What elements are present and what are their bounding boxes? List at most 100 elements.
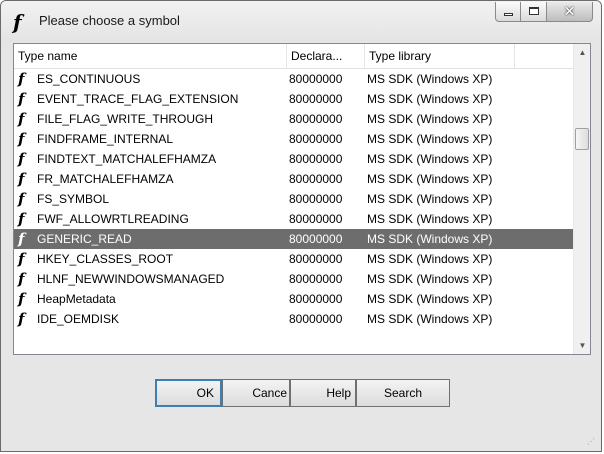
minimize-icon (504, 13, 513, 16)
list-item[interactable]: f FR_MATCHALEFHAMZA 80000000 MS SDK (Window… (14, 169, 574, 189)
column-header-type-name[interactable]: Type name (14, 44, 287, 68)
function-symbol-icon: f (18, 90, 25, 108)
type-library-cell: MS SDK (Windows XP) (367, 72, 493, 86)
list-item[interactable]: f FINDFRAME_INTERNAL 80000000 MS SDK (Windo… (14, 129, 574, 149)
type-name-cell: f HeapMetadata (14, 289, 287, 309)
type-name: HLNF_NEWWINDOWSMANAGED (37, 272, 225, 286)
type-library-cell: MS SDK (Windows XP) (367, 92, 493, 106)
list-item[interactable]: f FILE_FLAG_WRITE_THROUGH 80000000 MS SDK (… (14, 109, 574, 129)
list-item[interactable]: f IDE_OEMDISK 80000000 MS SDK (Windows XP) (14, 309, 574, 329)
declaration-cell: 80000000 (289, 232, 343, 246)
declaration-cell: 80000000 (289, 192, 343, 206)
declaration-cell: 80000000 (289, 112, 343, 126)
list-item[interactable]: f FINDTEXT_MATCHALEFHAMZA 80000000 MS SDK (… (14, 149, 574, 169)
type-name-cell: f FR_MATCHALEFHAMZA (14, 169, 287, 189)
type-name-cell: f HLNF_NEWWINDOWSMANAGED (14, 269, 287, 289)
function-symbol-icon: f (18, 170, 25, 188)
type-library-cell: MS SDK (Windows XP) (367, 132, 493, 146)
list-item[interactable]: f GENERIC_READ 80000000 MS SDK (Windows XP) (14, 229, 574, 249)
type-library-cell: MS SDK (Windows XP) (367, 172, 493, 186)
column-header-type-library[interactable]: Type library (365, 44, 515, 68)
type-name: ES_CONTINUOUS (37, 72, 141, 86)
declaration-cell: 80000000 (289, 172, 343, 186)
type-name: GENERIC_READ (37, 232, 132, 246)
list-item[interactable]: f HeapMetadata 80000000 MS SDK (Windows XP) (14, 289, 574, 309)
search-button[interactable]: Search (356, 379, 450, 407)
declaration-cell: 80000000 (289, 212, 343, 226)
type-library-cell: MS SDK (Windows XP) (367, 252, 493, 266)
list-item[interactable]: f FS_SYMBOL 80000000 MS SDK (Windows XP) (14, 189, 574, 209)
minimize-button[interactable] (495, 2, 521, 22)
function-symbol-icon: f (18, 210, 25, 228)
type-library-cell: MS SDK (Windows XP) (367, 212, 493, 226)
type-library-cell: MS SDK (Windows XP) (367, 152, 493, 166)
list-item[interactable]: f HKEY_CLASSES_ROOT 80000000 MS SDK (Window… (14, 249, 574, 269)
caption-buttons: ✕ (495, 2, 593, 24)
type-name-cell: f FILE_FLAG_WRITE_THROUGH (14, 109, 287, 129)
maximize-button[interactable] (521, 2, 547, 22)
ok-button[interactable]: OK (155, 379, 222, 407)
button-bar: OK Cance Help Search (155, 379, 450, 407)
function-symbol-icon: f (13, 10, 22, 34)
type-library-cell: MS SDK (Windows XP) (367, 232, 493, 246)
type-library-cell: MS SDK (Windows XP) (367, 312, 493, 326)
type-name-cell: f IDE_OEMDISK (14, 309, 287, 329)
function-symbol-icon: f (18, 290, 25, 308)
close-icon: ✕ (563, 3, 576, 19)
function-symbol-icon: f (18, 270, 25, 288)
type-library-cell: MS SDK (Windows XP) (367, 192, 493, 206)
type-library-cell: MS SDK (Windows XP) (367, 112, 493, 126)
declaration-cell: 80000000 (289, 292, 343, 306)
type-name: EVENT_TRACE_FLAG_EXTENSION (37, 92, 239, 106)
function-symbol-icon: f (18, 70, 25, 88)
symbol-dialog: f Please choose a symbol ✕ Type name Dec… (0, 0, 602, 452)
function-symbol-icon: f (18, 250, 25, 268)
type-name: FR_MATCHALEFHAMZA (37, 172, 174, 186)
cancel-button[interactable]: Cance (222, 379, 290, 407)
function-symbol-icon: f (18, 230, 25, 248)
function-symbol-icon: f (18, 310, 25, 328)
declaration-cell: 80000000 (289, 272, 343, 286)
type-name: FINDFRAME_INTERNAL (37, 132, 174, 146)
type-name: FWF_ALLOWRTLREADING (37, 212, 189, 226)
declaration-cell: 80000000 (289, 312, 343, 326)
type-name: IDE_OEMDISK (37, 312, 120, 326)
type-name-cell: f ES_CONTINUOUS (14, 69, 287, 89)
type-name: FILE_FLAG_WRITE_THROUGH (37, 112, 214, 126)
type-name-cell: f EVENT_TRACE_FLAG_EXTENSION (14, 89, 287, 109)
scroll-thumb[interactable] (575, 128, 589, 150)
type-name: FS_SYMBOL (37, 192, 110, 206)
type-name-cell: f GENERIC_READ (14, 229, 287, 249)
declaration-cell: 80000000 (289, 92, 343, 106)
type-name-cell: f HKEY_CLASSES_ROOT (14, 249, 287, 269)
title-bar[interactable]: f Please choose a symbol ✕ (1, 1, 601, 41)
column-header-empty[interactable] (515, 44, 574, 68)
scroll-up-arrow-icon[interactable]: ▲ (574, 44, 590, 61)
type-name: HKEY_CLASSES_ROOT (37, 252, 174, 266)
type-name-cell: f FINDTEXT_MATCHALEFHAMZA (14, 149, 287, 169)
declaration-cell: 80000000 (289, 252, 343, 266)
list-header: Type name Declara... Type library (14, 44, 574, 69)
list-rows: f ES_CONTINUOUS 80000000 MS SDK (Windows XP… (14, 69, 574, 329)
help-button[interactable]: Help (290, 379, 356, 407)
type-name-cell: f FS_SYMBOL (14, 189, 287, 209)
declaration-cell: 80000000 (289, 152, 343, 166)
declaration-cell: 80000000 (289, 72, 343, 86)
type-name-cell: f FINDFRAME_INTERNAL (14, 129, 287, 149)
symbol-list[interactable]: Type name Declara... Type library f ES_CO… (13, 43, 591, 355)
type-name: HeapMetadata (37, 292, 116, 306)
declaration-cell: 80000000 (289, 132, 343, 146)
maximize-icon (529, 7, 539, 15)
list-item[interactable]: f FWF_ALLOWRTLREADING 80000000 MS SDK (Wind… (14, 209, 574, 229)
vertical-scrollbar[interactable]: ▲ ▼ (573, 44, 590, 354)
resize-grip-icon[interactable]: ⋰ (587, 437, 597, 447)
function-symbol-icon: f (18, 190, 25, 208)
list-item[interactable]: f HLNF_NEWWINDOWSMANAGED 80000000 MS SDK (W… (14, 269, 574, 289)
function-symbol-icon: f (18, 130, 25, 148)
list-item[interactable]: f EVENT_TRACE_FLAG_EXTENSION 80000000 MS SD… (14, 89, 574, 109)
function-symbol-icon: f (18, 150, 25, 168)
list-item[interactable]: f ES_CONTINUOUS 80000000 MS SDK (Windows XP… (14, 69, 574, 89)
column-header-declaration[interactable]: Declara... (287, 44, 365, 68)
close-button[interactable]: ✕ (547, 2, 593, 22)
scroll-down-arrow-icon[interactable]: ▼ (574, 337, 590, 354)
